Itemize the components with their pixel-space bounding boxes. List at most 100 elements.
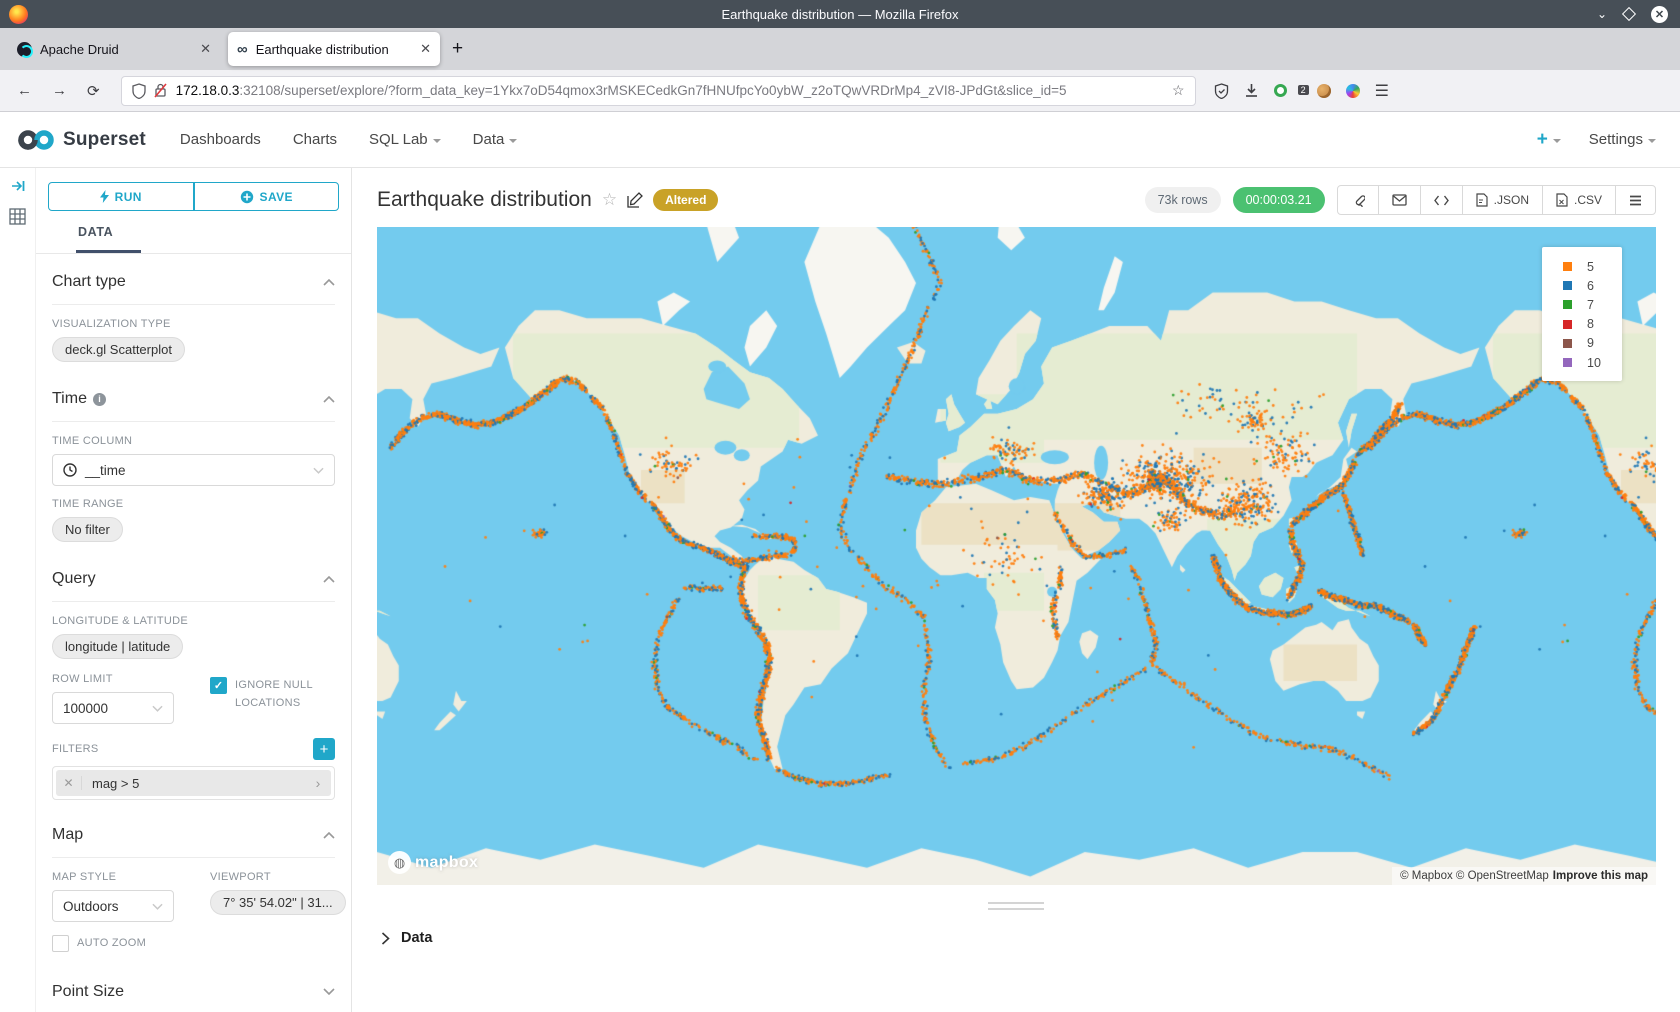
close-button[interactable]: ✕ — [1651, 6, 1668, 23]
legend-entry[interactable]: 10 — [1542, 353, 1622, 372]
protections-shield-icon[interactable] — [1214, 83, 1229, 99]
export-csv-button[interactable]: .CSV — [1542, 186, 1615, 214]
run-button[interactable]: RUN — [48, 182, 194, 211]
map-style-select[interactable]: Outdoors — [52, 890, 174, 922]
extension-ghostery-icon[interactable] — [1274, 84, 1287, 97]
save-button[interactable]: SAVE — [194, 182, 340, 211]
new-tab-button[interactable]: + — [452, 38, 463, 60]
chevron-up-icon — [323, 396, 335, 403]
bookmark-star-icon[interactable]: ☆ — [1172, 82, 1185, 99]
section-chart-type[interactable]: Chart type — [52, 254, 335, 305]
nav-sql-lab[interactable]: SQL Lab — [369, 131, 441, 148]
export-json-button[interactable]: .JSON — [1462, 186, 1542, 214]
reload-button[interactable]: ⟳ — [80, 82, 107, 100]
link-icon — [1351, 193, 1365, 207]
tracking-shield-icon[interactable] — [132, 83, 146, 99]
ignore-null-checkbox[interactable]: ✓ — [210, 677, 227, 694]
tab-close-icon[interactable]: ✕ — [200, 41, 211, 57]
favorite-star-icon[interactable]: ☆ — [602, 190, 617, 210]
menu-hamburger-icon[interactable]: ☰ — [1375, 81, 1389, 101]
viz-type-label: VISUALIZATION TYPE — [52, 318, 335, 330]
tab-apache-druid[interactable]: Apache Druid ✕ — [8, 32, 220, 66]
viewport-pill[interactable]: 7° 35' 54.02" | 31... — [210, 890, 346, 915]
section-time[interactable]: Timei — [52, 366, 335, 422]
legend-entry[interactable]: 8 — [1542, 315, 1622, 334]
tab-close-icon[interactable]: ✕ — [420, 41, 431, 57]
nav-dashboards[interactable]: Dashboards — [180, 131, 261, 148]
collapse-panel-icon[interactable] — [10, 178, 26, 194]
tab-data[interactable]: DATA — [76, 225, 141, 253]
legend-label: 6 — [1587, 279, 1594, 293]
map-legend[interactable]: 5 6 78910 — [1542, 247, 1622, 381]
legend-swatch — [1563, 320, 1572, 329]
legend-entry[interactable]: 5 — [1542, 257, 1622, 276]
back-button[interactable]: ← — [10, 82, 39, 99]
data-panel-label: Data — [401, 930, 432, 946]
altered-badge[interactable]: Altered — [653, 189, 718, 211]
main-nav: Dashboards Charts SQL Lab Data — [180, 131, 517, 148]
panel-resize-handle[interactable] — [988, 902, 1044, 910]
filters-container: ✕ mag > 5 › — [52, 766, 335, 800]
nav-charts[interactable]: Charts — [293, 131, 337, 148]
attribution-text[interactable]: © Mapbox © OpenStreetMap — [1400, 870, 1549, 882]
legend-swatch — [1563, 300, 1572, 309]
chevron-down-icon — [1648, 139, 1656, 143]
data-panel-toggle[interactable]: Data — [352, 914, 1680, 946]
deckgl-map[interactable]: 5 6 78910 ◍ mapbox © Mapbox © OpenStreetMa… — [377, 227, 1656, 885]
superset-favicon: ∞ — [237, 42, 248, 57]
embed-code-button[interactable] — [1420, 186, 1462, 214]
filters-label: FILTERS — [52, 743, 99, 755]
remove-filter-icon[interactable]: ✕ — [56, 776, 82, 790]
address-bar[interactable]: 172.18.0.3 :32108/superset/explore/?form… — [121, 76, 1196, 106]
improve-map-link[interactable]: Improve this map — [1553, 870, 1648, 882]
auto-zoom-checkbox[interactable] — [52, 935, 69, 952]
dataset-grid-icon[interactable] — [9, 208, 26, 225]
bolt-icon — [100, 190, 109, 203]
minimize-button[interactable]: ⌄ — [1597, 8, 1607, 20]
map-canvas[interactable] — [377, 227, 1656, 885]
filter-chip[interactable]: ✕ mag > 5 › — [56, 770, 331, 796]
section-point-size[interactable]: Point Size — [52, 957, 335, 1012]
time-column-label: TIME COLUMN — [52, 435, 335, 447]
legend-entry[interactable]: 9 — [1542, 334, 1622, 353]
control-tabs: DATA — [36, 224, 351, 254]
code-icon — [1434, 195, 1449, 206]
extension-colorful-icon[interactable] — [1346, 84, 1360, 98]
chevron-right-icon[interactable]: › — [305, 775, 331, 791]
viz-type-pill[interactable]: deck.gl Scatterplot — [52, 337, 185, 362]
lonlat-pill[interactable]: longitude | latitude — [52, 634, 183, 659]
cache-link-button[interactable] — [1338, 186, 1378, 214]
legend-swatch — [1563, 339, 1572, 348]
browser-urlbar: ← → ⟳ 172.18.0.3 :32108/superset/explore… — [0, 70, 1680, 112]
mapbox-logo[interactable]: ◍ mapbox — [388, 851, 478, 874]
chevron-down-icon — [313, 467, 324, 474]
section-map[interactable]: Map — [52, 804, 335, 858]
time-column-select[interactable]: __time — [52, 454, 335, 486]
forward-button[interactable]: → — [45, 82, 74, 99]
legend-entry[interactable]: 6 — [1542, 276, 1622, 295]
row-limit-select[interactable]: 100000 — [52, 692, 174, 724]
extension-cookie-icon[interactable] — [1317, 84, 1331, 98]
downloads-icon[interactable] — [1244, 83, 1259, 98]
superset-logo[interactable]: Superset — [16, 129, 146, 151]
nav-data[interactable]: Data — [473, 131, 518, 148]
time-range-pill[interactable]: No filter — [52, 517, 123, 542]
edit-pencil-icon[interactable] — [627, 192, 643, 208]
settings-menu[interactable]: Settings — [1589, 131, 1656, 148]
row-count-badge: 73k rows — [1145, 187, 1221, 213]
email-button[interactable] — [1378, 186, 1420, 214]
lock-insecure-icon[interactable] — [154, 83, 167, 98]
section-query[interactable]: Query — [52, 546, 335, 602]
control-panel: RUN SAVE DATA Chart type VISUALIZATION T… — [36, 168, 352, 1012]
more-menu-button[interactable] — [1615, 186, 1655, 214]
legend-entry[interactable]: 7 — [1542, 295, 1622, 314]
add-filter-button[interactable]: + — [313, 738, 335, 760]
chart-area: Earthquake distribution ☆ Altered 73k ro… — [352, 168, 1680, 1012]
maximize-button[interactable] — [1622, 7, 1636, 21]
brand-name: Superset — [63, 129, 146, 151]
left-rail — [0, 168, 36, 1012]
browser-tabbar: Apache Druid ✕ ∞ Earthquake distribution… — [0, 28, 1680, 70]
new-item-button[interactable]: + — [1537, 129, 1561, 151]
tab-earthquake-distribution[interactable]: ∞ Earthquake distribution ✕ — [228, 32, 440, 66]
chevron-down-icon — [1553, 139, 1561, 143]
